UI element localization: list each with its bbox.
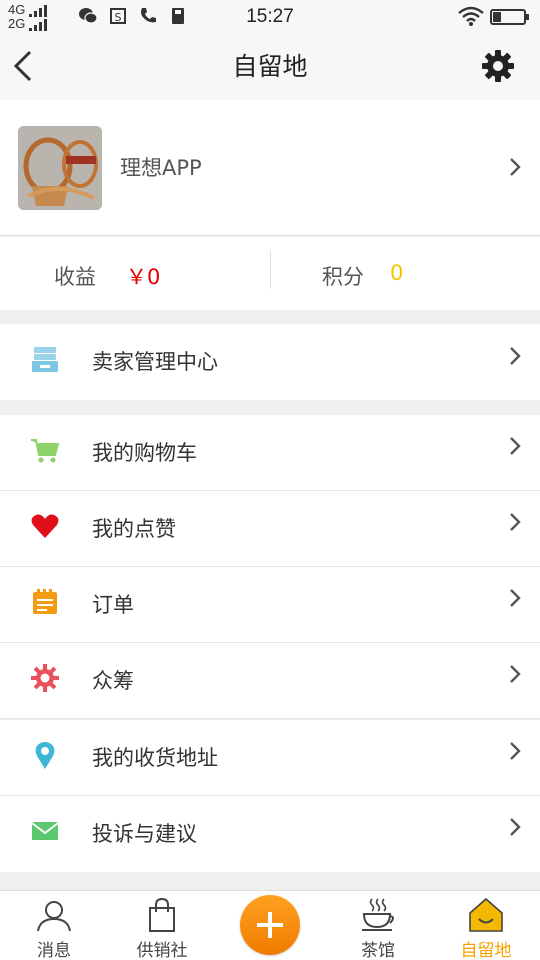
separator <box>0 718 540 719</box>
avatar <box>18 126 102 210</box>
menu-item-feedback[interactable]: 投诉与建议 <box>0 796 540 872</box>
points-value[interactable]: 0 <box>390 261 403 285</box>
notepad-icon <box>30 587 60 617</box>
chevron-right-icon <box>508 587 522 609</box>
cart-icon <box>30 435 60 465</box>
menu-item-label: 我的购物车 <box>92 441 197 465</box>
menu-item-address[interactable]: 我的收货地址 <box>0 720 540 796</box>
tab-teahouse[interactable]: 茶馆 <box>324 891 432 960</box>
menu-item-likes[interactable]: 我的点赞 <box>0 491 540 567</box>
plus-icon <box>257 912 283 938</box>
chevron-right-icon <box>508 435 522 457</box>
chevron-right-icon <box>508 816 522 838</box>
menu-item-label: 众筹 <box>92 669 134 693</box>
menu-item-orders[interactable]: 订单 <box>0 567 540 643</box>
shopping-bag-icon <box>142 897 182 933</box>
profile-card[interactable]: 理想APP <box>0 100 540 236</box>
tab-supply-coop[interactable]: 供销社 <box>108 891 216 960</box>
heart-icon <box>30 511 60 541</box>
stats-panel: 收益 ￥0 积分 0 <box>0 237 540 310</box>
tea-cup-icon <box>358 897 398 933</box>
add-button[interactable] <box>240 895 300 955</box>
menu-item-cart[interactable]: 我的购物车 <box>0 415 540 491</box>
wifi-icon <box>458 6 484 26</box>
envelope-icon <box>30 816 60 846</box>
tab-label: 消息 <box>37 941 71 960</box>
user-icon <box>34 897 74 933</box>
profile-name: 理想APP <box>120 156 202 180</box>
tab-label: 自留地 <box>460 941 512 960</box>
location-pin-icon <box>30 740 60 770</box>
income-value[interactable]: ￥0 <box>126 261 160 291</box>
menu-item-label: 我的收货地址 <box>92 746 218 770</box>
tab-my-plot[interactable]: 自留地 <box>432 891 540 960</box>
menu-item-label: 投诉与建议 <box>92 822 197 846</box>
page-title: 自留地 <box>232 52 308 81</box>
chevron-right-icon <box>508 663 522 685</box>
menu-item-crowdfunding[interactable]: 众筹 <box>0 643 540 719</box>
menu-item-seller-center[interactable]: 卖家管理中心 <box>0 324 540 400</box>
income-label: 收益 <box>54 265 96 289</box>
chevron-right-icon <box>508 740 522 762</box>
gear-icon[interactable] <box>480 48 516 84</box>
divider <box>270 251 271 289</box>
chevron-right-icon <box>508 345 522 367</box>
battery-icon <box>490 9 529 25</box>
house-icon <box>466 897 506 933</box>
menu-item-label: 我的点赞 <box>92 517 176 541</box>
chevron-right-icon <box>508 511 522 533</box>
status-bar: 4G 2G S 15:27 <box>0 0 540 34</box>
points-label: 积分 <box>322 265 364 289</box>
menu-item-label: 卖家管理中心 <box>92 350 218 374</box>
drawer-icon <box>30 344 60 374</box>
menu-item-label: 订单 <box>92 593 134 617</box>
tab-label: 供销社 <box>136 941 188 960</box>
tab-messages[interactable]: 消息 <box>0 891 108 960</box>
chevron-right-icon <box>508 156 522 178</box>
nav-bar: 自留地 <box>0 34 540 100</box>
tab-label: 茶馆 <box>361 941 395 960</box>
gear-icon <box>30 663 60 693</box>
